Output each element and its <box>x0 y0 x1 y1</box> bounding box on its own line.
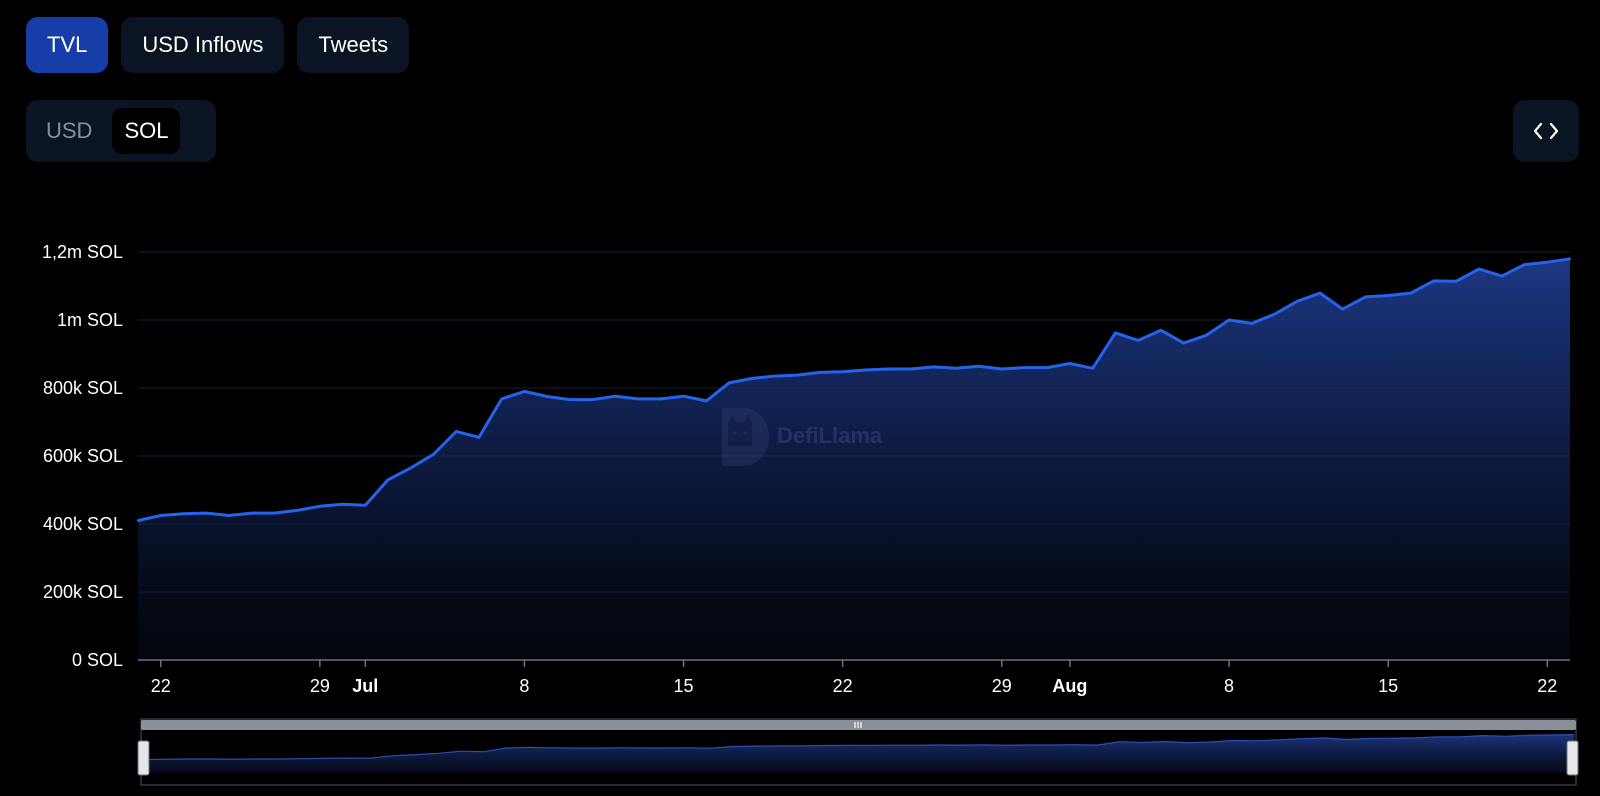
x-tick-label: 29 <box>310 676 330 696</box>
data-point <box>773 374 776 378</box>
data-point <box>409 466 412 470</box>
data-point <box>1227 318 1231 322</box>
data-point <box>682 394 685 398</box>
data-point <box>1023 366 1026 369</box>
data-point <box>136 519 140 522</box>
x-tick-label: 29 <box>992 676 1012 696</box>
navigator-handle-left[interactable] <box>137 740 150 776</box>
data-point <box>1386 294 1390 297</box>
data-point <box>227 514 231 517</box>
data-point <box>1568 257 1572 260</box>
data-point <box>1136 339 1140 342</box>
data-point <box>455 430 458 433</box>
tvl-area-chart: 0 SOL 200k SOL 400k SOL 600k SOL 800k SOL 1m … <box>42 242 1579 786</box>
x-tick-label: 22 <box>1537 676 1557 696</box>
data-point <box>386 478 390 481</box>
data-point <box>818 371 822 374</box>
data-point <box>1114 331 1117 335</box>
tvl-chart-panel: TVL USD Inflows Tweets USD SOL 0 SOL 200k… <box>0 0 1600 796</box>
data-point <box>1273 313 1276 316</box>
x-axis-ticks: 22 29 Jul 8 15 22 29 Aug 8 15 22 <box>151 660 1557 696</box>
data-point <box>1455 280 1458 283</box>
tvl-area-fill <box>138 258 1570 660</box>
data-point <box>750 377 753 380</box>
data-point <box>364 504 367 507</box>
data-point <box>432 453 435 456</box>
data-point <box>273 511 276 515</box>
y-axis-labels: 0 SOL 200k SOL 400k SOL 600k SOL 800k SOL 1m … <box>42 242 123 670</box>
data-point <box>1523 263 1526 266</box>
data-point <box>614 394 617 398</box>
watermark-text: DefiLlama <box>777 423 883 448</box>
data-point <box>1364 295 1367 299</box>
data-point <box>977 365 981 368</box>
data-point <box>523 390 526 393</box>
data-point <box>341 503 344 506</box>
data-point <box>1409 291 1413 295</box>
data-point <box>1341 307 1344 311</box>
data-point <box>932 365 935 369</box>
x-tick-label: 22 <box>833 676 853 696</box>
y-tick-label: 800k SOL <box>43 378 123 398</box>
data-point <box>795 373 799 377</box>
x-tick-label: Aug <box>1052 676 1087 696</box>
data-point <box>955 367 958 370</box>
y-tick-label: 200k SOL <box>43 582 123 602</box>
y-tick-label: 600k SOL <box>43 446 123 466</box>
data-point <box>1477 267 1481 271</box>
data-point <box>1546 261 1549 264</box>
data-point <box>318 505 322 508</box>
data-point <box>1091 367 1094 370</box>
data-point <box>1205 334 1208 337</box>
data-point <box>1068 362 1072 365</box>
data-point <box>1046 366 1049 369</box>
range-navigator[interactable] <box>137 718 1579 786</box>
data-point <box>1318 291 1322 295</box>
data-point <box>1159 329 1163 332</box>
data-point <box>1000 367 1003 371</box>
data-point <box>864 368 867 372</box>
data-point <box>477 436 481 439</box>
x-tick-label: 15 <box>674 676 694 696</box>
data-point <box>886 367 890 371</box>
data-point <box>182 512 185 515</box>
data-point <box>1182 341 1185 345</box>
data-point <box>841 370 844 373</box>
x-tick-label: 15 <box>1378 676 1398 696</box>
x-tick-label: Jul <box>352 676 378 696</box>
x-tick-label: 8 <box>1224 676 1234 696</box>
y-tick-label: 1m SOL <box>57 310 123 330</box>
data-point <box>500 397 503 401</box>
data-point <box>1296 300 1299 303</box>
y-tick-label: 400k SOL <box>43 514 123 534</box>
y-tick-label: 1,2m SOL <box>42 242 123 262</box>
data-point <box>204 511 208 515</box>
data-point <box>1250 322 1253 325</box>
data-point <box>545 395 549 398</box>
navigator-handle-right[interactable] <box>1566 740 1579 776</box>
x-tick-label: 22 <box>151 676 171 696</box>
x-tick-label: 8 <box>519 676 529 696</box>
data-point <box>705 399 708 403</box>
data-point <box>727 381 731 385</box>
data-point <box>295 509 299 512</box>
data-point <box>568 398 572 401</box>
data-point <box>1500 274 1504 278</box>
data-point <box>909 367 913 371</box>
data-point <box>250 511 253 515</box>
y-tick-label: 0 SOL <box>72 650 123 670</box>
data-point <box>659 397 662 401</box>
data-point <box>1432 279 1435 283</box>
data-point <box>159 514 162 517</box>
data-point <box>636 397 640 401</box>
data-point <box>591 398 594 401</box>
